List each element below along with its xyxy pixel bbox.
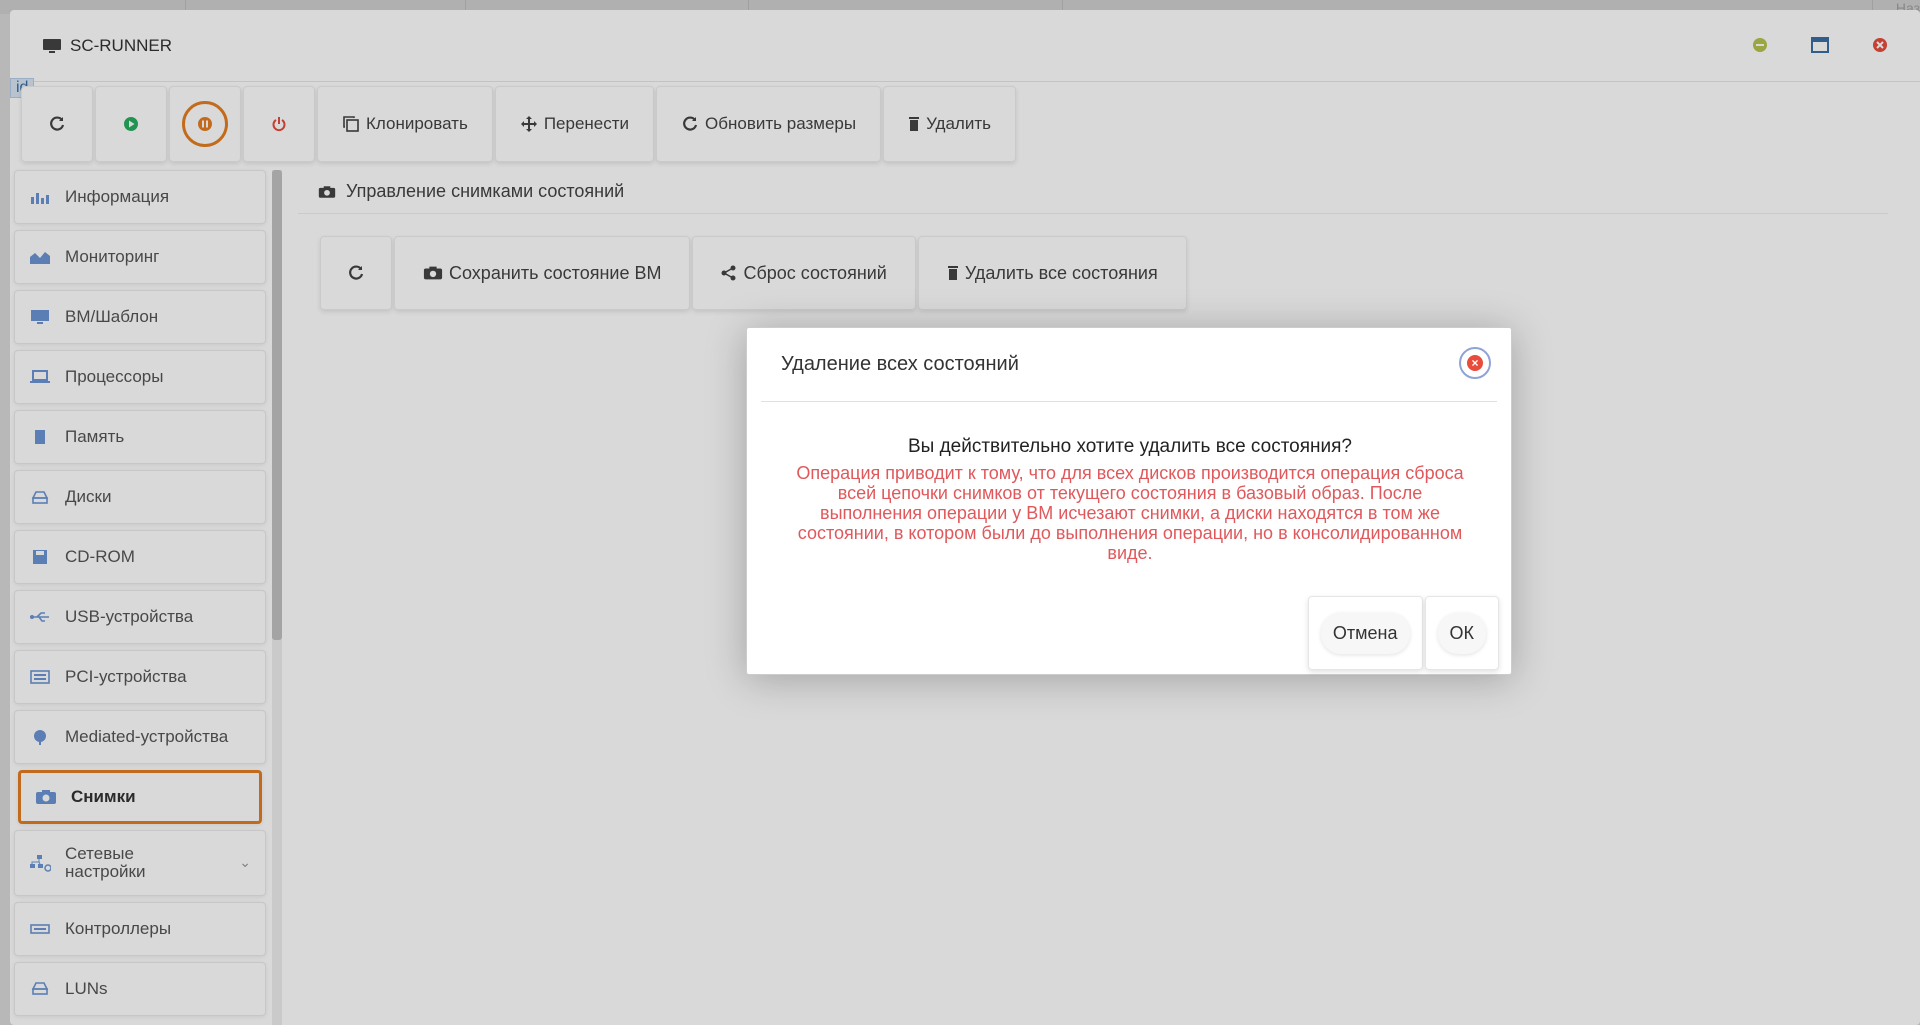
close-icon: × — [1467, 355, 1483, 371]
cancel-button[interactable]: Отмена — [1307, 596, 1423, 670]
delete-all-states-dialog: Удаление всех состояний × Вы действитель… — [746, 327, 1512, 675]
dialog-title: Удаление всех состояний — [781, 353, 1019, 375]
dialog-buttons: Отмена ОК — [1307, 596, 1499, 670]
dialog-warning-text: Операция приводит к тому, что для всех д… — [796, 463, 1464, 563]
dialog-header: Удаление всех состояний — [761, 328, 1497, 402]
ok-label: ОК — [1437, 612, 1486, 654]
dialog-question: Вы действительно хотите удалить все сост… — [907, 436, 1353, 457]
ok-button[interactable]: ОК — [1424, 596, 1499, 670]
dialog-close-button[interactable]: × — [1459, 347, 1491, 379]
cancel-label: Отмена — [1320, 612, 1410, 654]
